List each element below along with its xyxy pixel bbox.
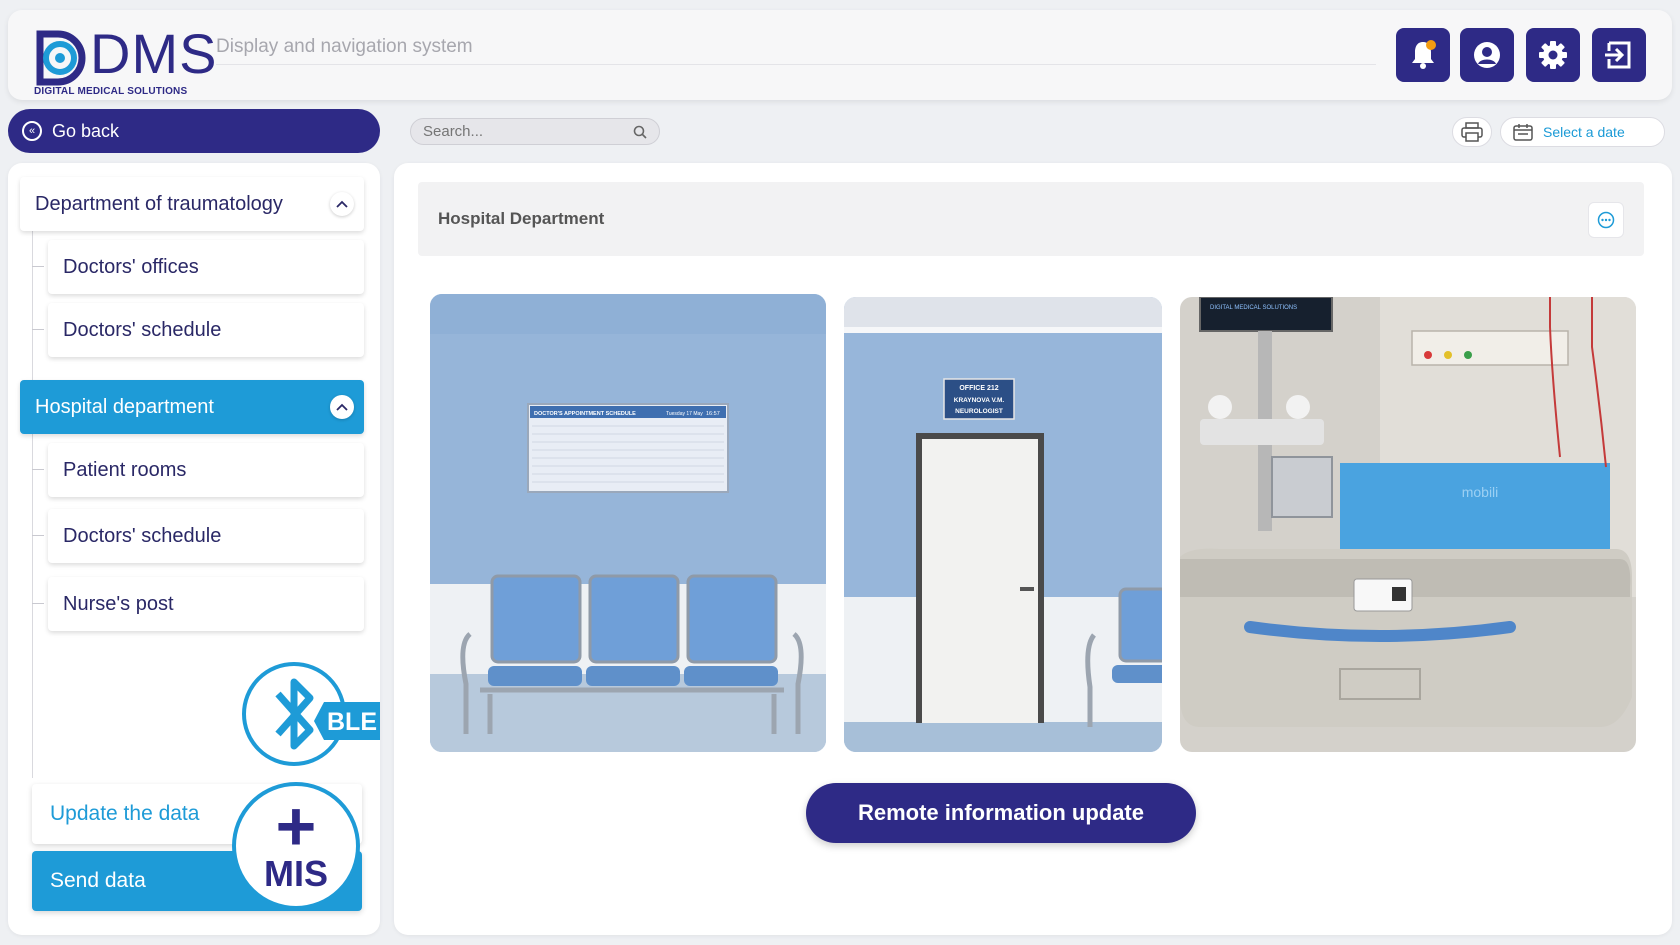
dept-label: Department of traumatology (35, 192, 283, 215)
tree-connector (32, 329, 44, 330)
more-options-button[interactable] (1588, 202, 1624, 238)
sidebar-item-label: Doctors' offices (63, 255, 199, 278)
double-chevron-left-icon: « (22, 121, 42, 141)
office-door-image[interactable]: OFFICE 212 KRAYNOVA V.M. NEUROLOGIST (844, 297, 1162, 752)
sidebar-item-label: Doctors' schedule (63, 318, 222, 341)
tree-line (32, 223, 33, 403)
go-back-label: Go back (52, 120, 120, 141)
sidebar-item-nurses-post[interactable]: Nurse's post (48, 577, 364, 631)
search-box[interactable] (410, 118, 660, 145)
door-sign-office: OFFICE 212 (959, 385, 998, 392)
send-data-label: Send data (50, 869, 146, 892)
door-sign-specialty: NEUROLOGIST (955, 408, 1003, 415)
sidebar-dept-traumatology[interactable]: Department of traumatology (20, 177, 364, 231)
remote-update-button[interactable]: Remote information update (806, 783, 1196, 843)
go-back-button[interactable]: « Go back (8, 109, 380, 153)
monitor-text: DIGITAL MEDICAL SOLUTIONS (1210, 305, 1297, 311)
gear-icon (1539, 41, 1567, 69)
door-sign-name: KRAYNOVA V.M. (954, 397, 1005, 404)
sidebar-item-doctors-schedule[interactable]: Doctors' schedule (48, 303, 364, 357)
settings-button[interactable] (1526, 28, 1580, 82)
update-data-label: Update the data (50, 802, 200, 825)
date-picker-label: Select a date (1543, 124, 1625, 140)
bluetooth-ble-badge: BLE (242, 662, 380, 766)
sidebar-item-patient-rooms[interactable]: Patient rooms (48, 443, 364, 497)
printer-icon (1461, 122, 1483, 142)
user-icon (1474, 42, 1500, 68)
dms-logo[interactable]: DMS DIGITAL MEDICAL SOLUTIONS (28, 20, 216, 98)
sidebar-item-label: Nurse's post (63, 592, 174, 615)
more-options-icon (1597, 211, 1615, 229)
waiting-area-image[interactable]: DOCTOR'S APPOINTMENT SCHEDULE Tuesday 17… (430, 294, 826, 752)
tree-connector (32, 469, 44, 470)
plus-icon: + (275, 787, 317, 865)
schedule-title: DOCTOR'S APPOINTMENT SCHEDULE (534, 411, 636, 417)
schedule-time: 16:57 (706, 411, 720, 417)
date-picker-button[interactable]: Select a date (1500, 117, 1665, 147)
notifications-button[interactable] (1396, 28, 1450, 82)
panel-header: Hospital Department (418, 182, 1644, 256)
chevron-up-icon[interactable] (330, 192, 354, 216)
mis-badge: + MIS (232, 782, 360, 910)
page-title: Display and navigation system (216, 36, 473, 57)
logout-button[interactable] (1592, 28, 1646, 82)
sidebar-dept-hospital[interactable]: Hospital department (20, 380, 364, 434)
logo-text: DMS (90, 22, 218, 85)
remote-update-label: Remote information update (857, 800, 1144, 825)
search-input[interactable] (423, 123, 623, 140)
main-panel: Hospital Department DOCTOR'S APPOINTMENT… (394, 163, 1672, 935)
sidebar-item-label: Patient rooms (63, 458, 187, 481)
dept-label: Hospital department (35, 395, 214, 418)
print-button[interactable] (1452, 117, 1492, 147)
calendar-icon (1513, 124, 1533, 141)
tree-connector (32, 603, 44, 604)
tree-connector (32, 266, 44, 267)
sidebar-item-label: Doctors' schedule (63, 524, 222, 547)
bell-icon (1412, 40, 1436, 69)
chevron-up-icon[interactable] (330, 395, 354, 419)
mis-label: MIS (263, 853, 328, 894)
header-divider (216, 64, 1376, 65)
tree-connector (32, 535, 44, 536)
logo-mark-icon (36, 30, 86, 86)
ble-label: BLE (327, 708, 377, 736)
logout-icon (1605, 41, 1631, 69)
schedule-date: Tuesday 17 May (666, 411, 703, 417)
mattress-brand: mobili (1462, 484, 1499, 500)
patient-room-image[interactable]: DIGITAL MEDICAL SOLUTIONS mobili (1180, 297, 1636, 752)
app-header: DMS DIGITAL MEDICAL SOLUTIONS Display an… (8, 10, 1672, 100)
profile-button[interactable] (1460, 28, 1514, 82)
search-icon[interactable] (633, 125, 647, 139)
logo-subtitle: DIGITAL MEDICAL SOLUTIONS (34, 86, 188, 97)
panel-title: Hospital Department (438, 209, 605, 228)
sidebar-item-doctors-schedule-2[interactable]: Doctors' schedule (48, 509, 364, 563)
tree-line (32, 423, 33, 778)
sidebar-item-doctors-offices[interactable]: Doctors' offices (48, 240, 364, 294)
